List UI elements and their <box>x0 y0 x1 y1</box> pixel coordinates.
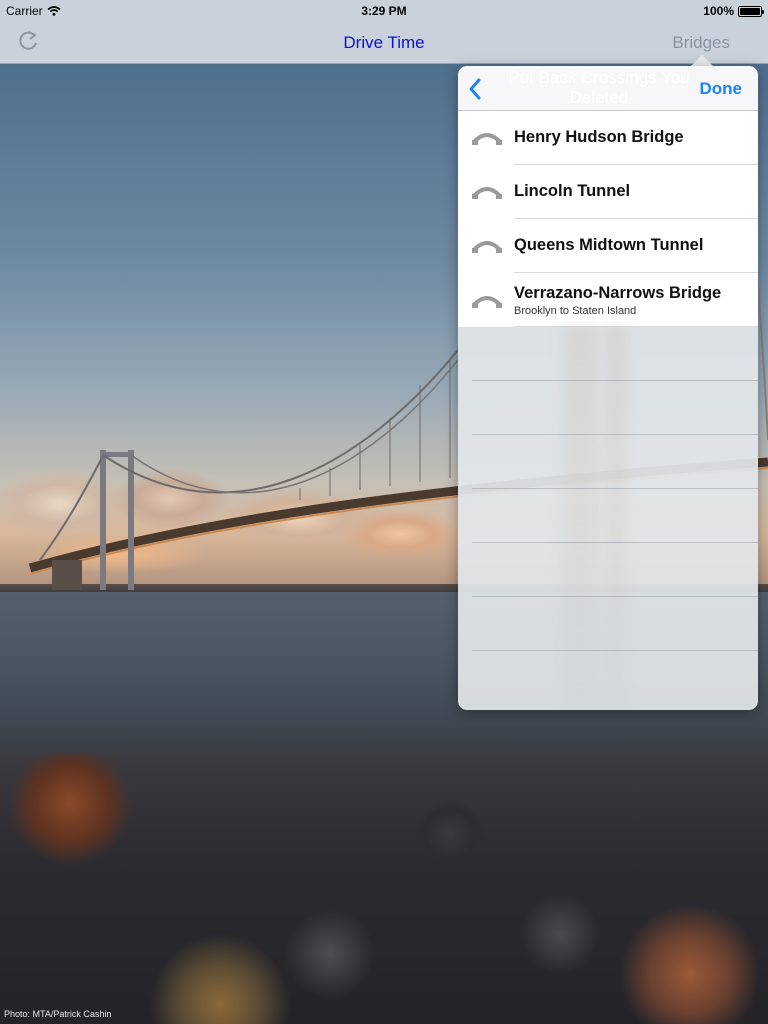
popover-header: Put Back Crossings You Deleted Done <box>458 66 758 111</box>
bridges-button[interactable]: Bridges <box>672 33 730 53</box>
list-item-title: Verrazano-Narrows Bridge <box>514 284 722 302</box>
empty-row <box>458 543 758 597</box>
battery-percent: 100% <box>703 4 734 18</box>
empty-rows <box>458 327 758 707</box>
bridge-icon <box>472 187 502 199</box>
popover-title: Put Back Crossings You Deleted <box>508 68 690 107</box>
crossings-list: Henry Hudson Bridge Lincoln Tunnel Queen… <box>458 111 758 327</box>
bridge-icon <box>472 133 502 145</box>
list-item-title: Queens Midtown Tunnel <box>514 236 704 254</box>
list-item-subtitle: Brooklyn to Staten Island <box>514 305 637 317</box>
navigation-bar: Drive Time Bridges <box>0 20 768 64</box>
list-item[interactable]: Verrazano-Narrows Bridge Brooklyn to Sta… <box>458 273 758 327</box>
list-item-title: Lincoln Tunnel <box>514 182 631 200</box>
bridge-icon <box>472 296 502 308</box>
list-item[interactable]: Queens Midtown Tunnel <box>458 219 758 273</box>
empty-row <box>458 327 758 381</box>
done-button[interactable]: Done <box>700 79 743 99</box>
list-item-title: Henry Hudson Bridge <box>514 128 684 146</box>
chevron-left-icon[interactable] <box>464 76 488 102</box>
crossings-popover: Put Back Crossings You Deleted Done Henr… <box>458 66 758 710</box>
empty-row <box>458 597 758 651</box>
page-title: Drive Time <box>343 33 425 52</box>
status-bar: Carrier 3:29 PM 100% <box>0 0 768 20</box>
status-time: 3:29 PM <box>361 4 407 18</box>
rocky-shore <box>0 754 768 1024</box>
list-item[interactable]: Lincoln Tunnel <box>458 165 758 219</box>
battery-icon <box>738 5 764 17</box>
empty-row <box>458 489 758 543</box>
bridge-icon <box>472 241 502 253</box>
empty-row <box>458 435 758 489</box>
list-item[interactable]: Henry Hudson Bridge <box>458 111 758 165</box>
battery-group: 100% <box>703 4 764 18</box>
empty-row <box>458 381 758 435</box>
photo-credit: Photo: MTA/Patrick Cashin <box>4 1009 112 1019</box>
